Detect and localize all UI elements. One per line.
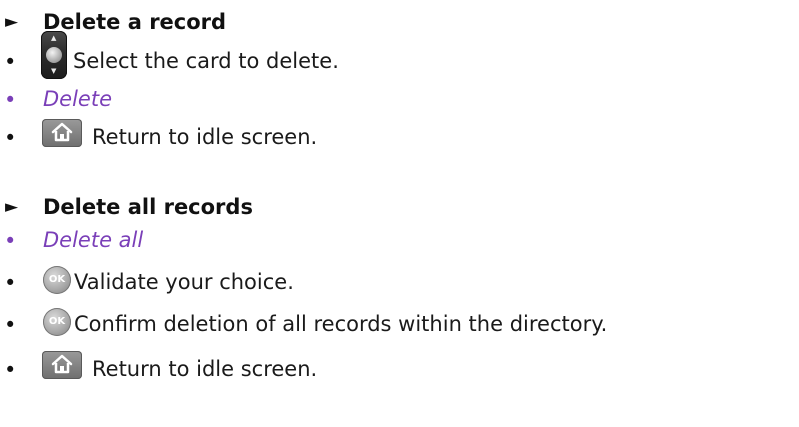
ok-key-icon: OK bbox=[43, 308, 71, 336]
home-key-icon bbox=[42, 119, 82, 147]
bullet-icon: • bbox=[4, 229, 17, 253]
bullet-icon: • bbox=[4, 126, 17, 150]
navigation-up-down-key-icon: ▲ ▼ bbox=[41, 31, 67, 79]
menu-option-text: Delete bbox=[43, 87, 112, 111]
step-text: Return to idle screen. bbox=[92, 357, 318, 381]
bullet-icon: • bbox=[4, 313, 17, 337]
bullet-icon: • bbox=[4, 88, 17, 112]
arrow-bullet-icon: ► bbox=[5, 11, 19, 32]
ok-key-label: OK bbox=[48, 316, 66, 327]
ok-key-label: OK bbox=[48, 274, 66, 285]
bullet-icon: • bbox=[4, 358, 17, 382]
bullet-icon: • bbox=[4, 50, 17, 74]
section-heading: Delete all records bbox=[43, 195, 253, 219]
arrow-bullet-icon: ► bbox=[5, 196, 19, 217]
step-text: Select the card to delete. bbox=[73, 49, 339, 73]
step-text: Confirm deletion of all records within t… bbox=[74, 312, 608, 336]
home-key-icon bbox=[42, 351, 82, 379]
step-text: Validate your choice. bbox=[74, 270, 294, 294]
section-heading: Delete a record bbox=[43, 10, 227, 34]
step-text: Return to idle screen. bbox=[92, 125, 318, 149]
ok-key-icon: OK bbox=[43, 266, 71, 294]
menu-option-text: Delete all bbox=[43, 228, 144, 252]
bullet-icon: • bbox=[4, 271, 17, 295]
